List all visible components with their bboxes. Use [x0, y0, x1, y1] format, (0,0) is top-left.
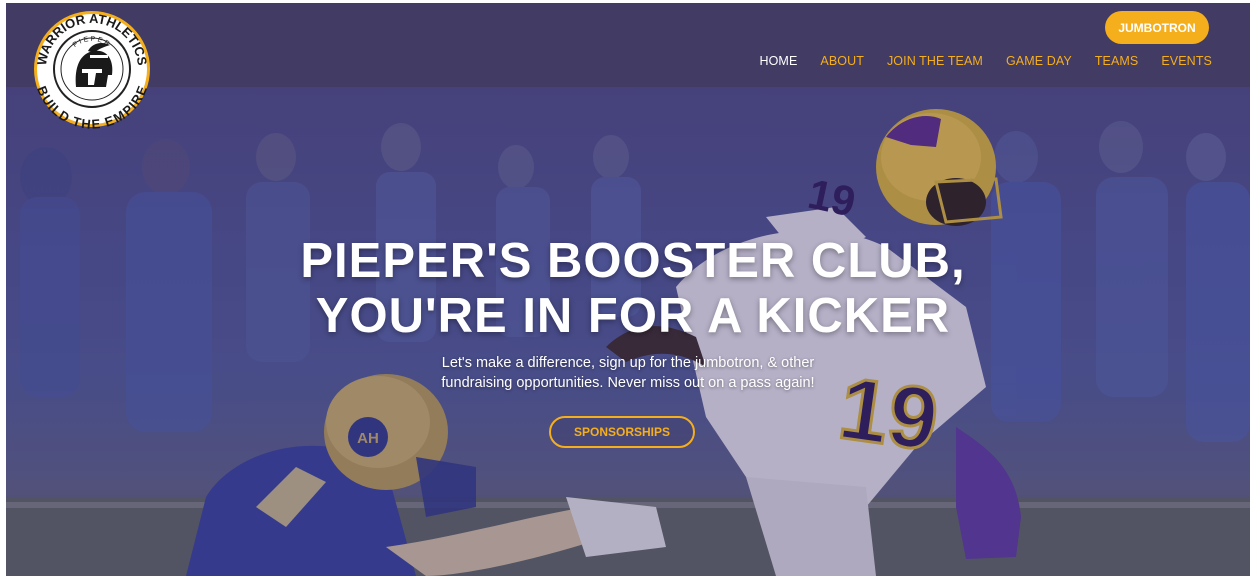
nav-item-home[interactable]: HOME — [759, 54, 797, 68]
nav-item-teams[interactable]: TEAMS — [1095, 54, 1139, 68]
top-navigation-bar: JUMBOTRON HOME ABOUT JOIN THE TEAM GAME … — [6, 3, 1250, 87]
logo-badge-icon: WARRIOR ATHLETICS BUILD THE EMPIRE PIEPE… — [34, 11, 150, 132]
nav-item-about[interactable]: ABOUT — [820, 54, 864, 68]
nav-item-game-day[interactable]: GAME DAY — [1006, 54, 1072, 68]
page-frame: JUMBOTRON HOME ABOUT JOIN THE TEAM GAME … — [6, 3, 1250, 576]
nav-item-join-the-team[interactable]: JOIN THE TEAM — [887, 54, 983, 68]
sponsorships-button[interactable]: SPONSORSHIPS — [549, 416, 695, 448]
jumbotron-button[interactable]: JUMBOTRON — [1105, 11, 1209, 44]
hero-subtext-line2: fundraising opportunities. Never miss ou… — [441, 375, 815, 391]
hero-headline-line2: YOU'RE IN FOR A KICKER — [315, 289, 951, 343]
nav-item-events[interactable]: EVENTS — [1161, 54, 1212, 68]
hero-subtext-line1: Let's make a difference, sign up for the… — [441, 355, 815, 371]
hero-section: AH 19 19 PIEPER'S BOOSTER CLUB, YOU'RE I… — [6, 87, 1250, 576]
warrior-athletics-logo[interactable]: WARRIOR ATHLETICS BUILD THE EMPIRE PIEPE… — [32, 9, 152, 132]
main-nav: HOME ABOUT JOIN THE TEAM GAME DAY TEAMS … — [759, 54, 1212, 68]
hero-headline-line1: PIEPER'S BOOSTER CLUB, — [300, 234, 966, 288]
